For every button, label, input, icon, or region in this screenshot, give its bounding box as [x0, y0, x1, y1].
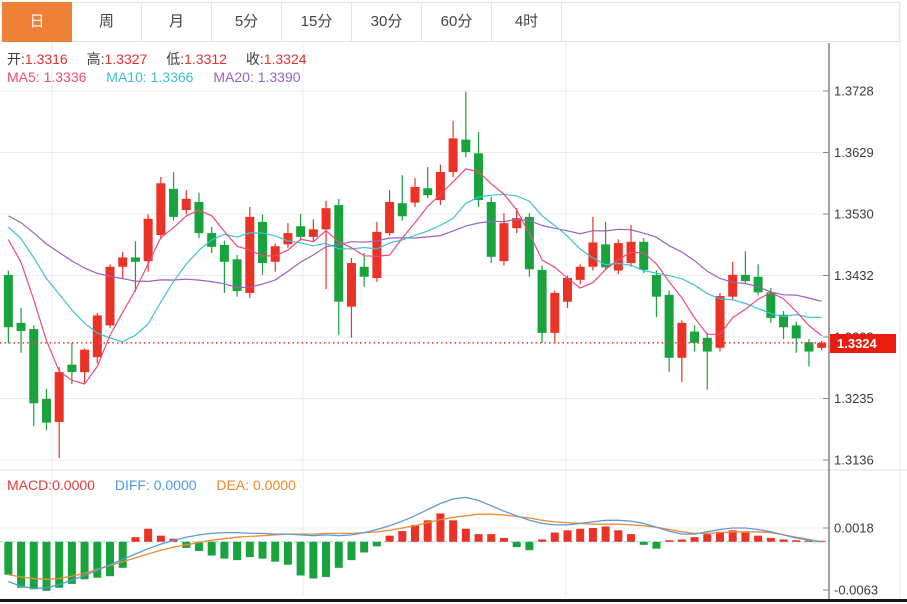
candles-layer [4, 92, 826, 459]
macd-axis-label: -0.0063 [834, 583, 878, 598]
ma20-value: MA20: 1.3390 [213, 69, 300, 85]
price-axis-label: 1.3136 [834, 453, 874, 468]
macd-axis-label: 0.0018 [834, 521, 874, 536]
open-label: 开: [7, 51, 25, 67]
low-label: 低: [166, 51, 184, 67]
price-axis-label: 1.3530 [834, 207, 874, 222]
price-axis-label: 1.3629 [834, 145, 874, 160]
high-label: 高: [87, 51, 105, 67]
ohlc-legend: 开:1.3316 高:1.3327 低:1.3312 收:1.3324 [7, 49, 322, 69]
macd-legend: MACD:0.0000 DIFF: 0.0000 DEA: 0.0000 [7, 477, 296, 493]
tab-month[interactable]: 月 [142, 2, 212, 42]
tab-4hour[interactable]: 4时 [492, 2, 562, 42]
price-axis-label: 1.3432 [834, 268, 874, 283]
bottom-border [0, 599, 907, 602]
tab-5min[interactable]: 5分 [212, 2, 282, 42]
close-value: 1.3324 [264, 51, 307, 67]
tab-30min[interactable]: 30分 [352, 2, 422, 42]
close-label: 收: [246, 51, 264, 67]
diff-line [8, 497, 821, 588]
candlestick-chart[interactable]: 1.37281.36291.35301.34321.33331.32351.31… [0, 0, 907, 604]
last-price-badge: 1.3324 [830, 334, 896, 353]
diff-value: DIFF: 0.0000 [115, 477, 197, 493]
ma-legend: MA5: 1.3336 MA10: 1.3366 MA20: 1.3390 [7, 69, 301, 85]
dea-value: DEA: 0.0000 [216, 477, 295, 493]
open-value: 1.3316 [25, 51, 68, 67]
price-axis-label: 1.3235 [834, 391, 874, 406]
dea-line [8, 514, 821, 579]
macd-value: MACD:0.0000 [7, 477, 95, 493]
high-value: 1.3327 [105, 51, 148, 67]
price-axis-label: 1.3728 [834, 84, 874, 99]
low-value: 1.3312 [184, 51, 227, 67]
tab-week[interactable]: 周 [72, 2, 142, 42]
tabbar-spacer [562, 2, 900, 42]
tab-day[interactable]: 日 [2, 2, 72, 42]
ma5-value: MA5: 1.3336 [7, 69, 86, 85]
tab-60min[interactable]: 60分 [422, 2, 492, 42]
ma10-line [8, 194, 821, 341]
timeframe-tabbar: 日 周 月 5分 15分 30分 60分 4时 [2, 2, 900, 42]
kline-app: 1.37281.36291.35301.34321.33331.32351.31… [0, 0, 907, 604]
tab-15min[interactable]: 15分 [282, 2, 352, 42]
ma10-value: MA10: 1.3366 [106, 69, 193, 85]
